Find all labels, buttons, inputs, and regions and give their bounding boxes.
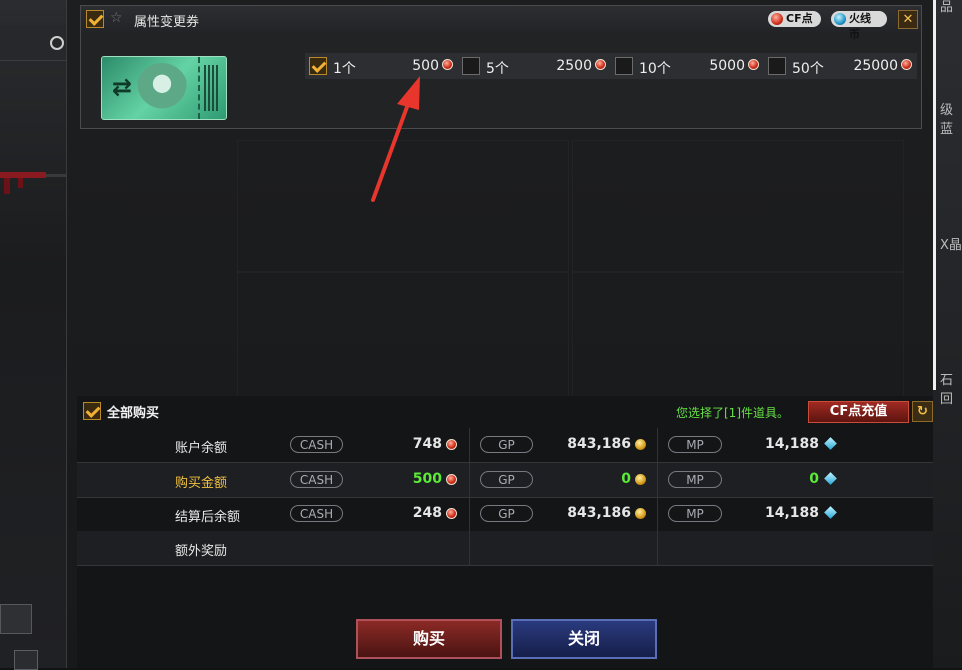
gp-coin-icon bbox=[635, 474, 646, 485]
mp-gem-icon bbox=[824, 437, 837, 450]
gp-value: 843,186 bbox=[567, 505, 631, 521]
cf-coin-icon bbox=[446, 508, 457, 519]
row-label: 账户余额 bbox=[175, 441, 228, 456]
mp-value: 14,188 bbox=[764, 436, 819, 452]
cf-coin-icon bbox=[446, 474, 457, 485]
background-left-panel bbox=[0, 0, 66, 670]
selection-info: 您选择了[1]件道具。 bbox=[676, 406, 789, 420]
column-divider bbox=[657, 497, 658, 531]
column-divider bbox=[657, 428, 658, 462]
cash-tag: CASH bbox=[290, 505, 343, 522]
background-right-panel: 品 级蓝 X晶 石回 bbox=[932, 0, 962, 668]
cf-recharge-button[interactable]: CF点充值 bbox=[808, 401, 909, 423]
cash-value: 748 bbox=[412, 436, 442, 452]
purchase-dialog: ☆ 属性变更券 CF点 火线币 ✕ ⇄ 1个 500 5个 2500 10个 5… bbox=[66, 0, 933, 668]
close-button[interactable]: 关闭 bbox=[511, 619, 657, 659]
table-row: 结算后余额 CASH 248 GP 843,186 MP 14,188 bbox=[77, 497, 933, 532]
row-label: 额外奖励 bbox=[175, 544, 228, 559]
cf-coin-icon bbox=[446, 439, 457, 450]
gp-value: 0 bbox=[621, 471, 631, 487]
buy-button[interactable]: 购买 bbox=[356, 619, 502, 659]
mp-gem-icon bbox=[824, 472, 837, 485]
mp-value: 14,188 bbox=[764, 505, 819, 521]
background-text: X晶 bbox=[940, 238, 962, 253]
row-label: 结算后余额 bbox=[175, 510, 241, 525]
rifle-icon bbox=[0, 172, 66, 194]
gp-tag: GP bbox=[480, 505, 533, 522]
background-text: 级蓝 bbox=[940, 103, 954, 137]
cash-value: 500 bbox=[412, 471, 442, 487]
cash-tag: CASH bbox=[290, 436, 343, 453]
row-label: 购买金额 bbox=[175, 476, 228, 491]
column-divider bbox=[469, 463, 470, 497]
ghost-cell bbox=[237, 272, 569, 404]
table-row: 购买金额 CASH 500 GP 0 MP 0 bbox=[77, 463, 933, 498]
mp-tag: MP bbox=[668, 436, 722, 453]
column-divider bbox=[657, 531, 658, 565]
menu-icon bbox=[14, 650, 38, 670]
mp-value: 0 bbox=[809, 471, 819, 487]
column-divider bbox=[469, 428, 470, 462]
table-row: 账户余额 CASH 748 GP 843,186 MP 14,188 bbox=[77, 428, 933, 463]
mp-gem-icon bbox=[824, 506, 837, 519]
gp-value: 843,186 bbox=[567, 436, 631, 452]
cash-tag: CASH bbox=[290, 471, 343, 488]
buy-all-label: 全部购买 bbox=[107, 406, 160, 421]
ghost-cell bbox=[572, 272, 904, 404]
background-side-button bbox=[0, 604, 32, 634]
buy-all-row: 全部购买 bbox=[83, 400, 927, 422]
mp-tag: MP bbox=[668, 471, 722, 488]
gp-tag: GP bbox=[480, 436, 533, 453]
purchase-summary: 全部购买 您选择了[1]件道具。 CF点充值 ↻ 账户余额 CASH 748 G… bbox=[77, 396, 933, 668]
background-text: 石回 bbox=[940, 373, 954, 407]
table-row: 额外奖励 bbox=[77, 531, 933, 566]
background-text: 品 bbox=[940, 0, 954, 15]
cash-value: 248 bbox=[412, 505, 442, 521]
buy-all-checkbox[interactable] bbox=[83, 402, 101, 420]
refresh-icon[interactable]: ↻ bbox=[912, 401, 933, 422]
mp-tag: MP bbox=[668, 505, 722, 522]
ring-icon bbox=[50, 36, 64, 50]
column-divider bbox=[657, 463, 658, 497]
column-divider bbox=[469, 531, 470, 565]
gp-tag: GP bbox=[480, 471, 533, 488]
column-divider bbox=[469, 497, 470, 531]
gp-coin-icon bbox=[635, 508, 646, 519]
annotation-arrow bbox=[371, 76, 420, 202]
gp-coin-icon bbox=[635, 439, 646, 450]
